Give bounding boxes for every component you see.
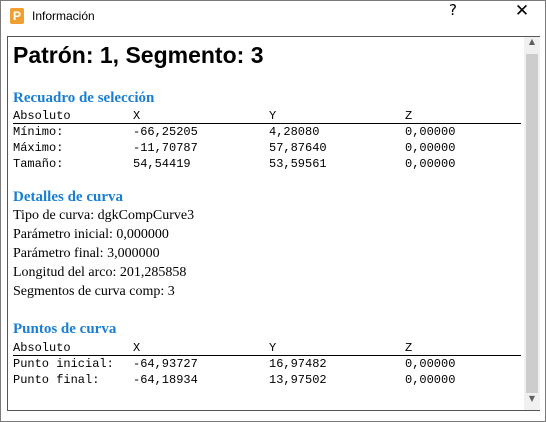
bbox-col-y: Y <box>269 109 277 123</box>
curve-detail-line: Parámetro final: 3,000000 <box>13 246 160 261</box>
bbox-row-label: Mínimo: <box>13 125 64 139</box>
bbox-row-z: 0,00000 <box>405 157 456 171</box>
bbox-col-x: X <box>133 109 141 123</box>
section-heading-curve-points: Puntos de curva <box>13 321 117 337</box>
bbox-row-x: 54,54419 <box>133 157 191 171</box>
page-title: Patrón: 1, Segmento: 3 <box>13 42 264 68</box>
points-col-z: Z <box>405 341 413 355</box>
info-content-pane: Patrón: 1, Segmento: 3 Recuadro de selec… <box>7 36 540 411</box>
section-heading-curve-details: Detalles de curva <box>13 189 123 205</box>
points-row-y: 13,97502 <box>269 373 327 387</box>
points-row-label: Punto inicial: <box>13 357 114 371</box>
bbox-row-y: 4,28080 <box>269 125 320 139</box>
curve-detail-line: Segmentos de curva comp: 3 <box>13 284 175 299</box>
points-row-z: 0,00000 <box>405 357 456 371</box>
bbox-col-z: Z <box>405 109 413 123</box>
section-heading-bbox: Recuadro de selección <box>13 90 155 106</box>
help-button[interactable]: ? <box>430 1 476 32</box>
window-title: Información <box>32 9 95 23</box>
close-button[interactable]: ✕ <box>499 1 545 32</box>
bbox-row-x: -11,70787 <box>133 141 198 155</box>
title-bar: P Información ? ✕ <box>1 1 545 32</box>
info-dialog: P Información ? ✕ Patrón: 1, Segmento: 3… <box>0 0 546 422</box>
scroll-down-icon[interactable]: ▼ <box>524 394 540 410</box>
app-icon: P <box>10 8 24 24</box>
info-text-area: Patrón: 1, Segmento: 3 Recuadro de selec… <box>8 37 524 410</box>
points-col-x: X <box>133 341 141 355</box>
points-row-x: -64,93727 <box>133 357 198 371</box>
points-header-rule <box>13 355 521 356</box>
bbox-row-z: 0,00000 <box>405 141 456 155</box>
points-row-label: Punto final: <box>13 373 100 387</box>
bbox-row-y: 53,59561 <box>269 157 327 171</box>
bbox-row-z: 0,00000 <box>405 125 456 139</box>
scrollbar-thumb[interactable] <box>526 54 538 393</box>
bbox-row-x: -66,25205 <box>133 125 198 139</box>
curve-detail-line: Parámetro inicial: 0,000000 <box>13 227 169 242</box>
points-row-y: 16,97482 <box>269 357 327 371</box>
bbox-row-label: Tamaño: <box>13 157 64 171</box>
bbox-row-label: Máximo: <box>13 141 64 155</box>
points-row-x: -64,18934 <box>133 373 198 387</box>
curve-detail-line: Longitud del arco: 201,285858 <box>13 265 187 280</box>
vertical-scrollbar[interactable]: ▲ ▼ <box>524 37 540 410</box>
bbox-header-rule <box>13 123 521 124</box>
bbox-row-y: 57,87640 <box>269 141 327 155</box>
points-col-absoluto: Absoluto <box>13 341 71 355</box>
scroll-up-icon[interactable]: ▲ <box>524 37 540 53</box>
points-row-z: 0,00000 <box>405 373 456 387</box>
points-col-y: Y <box>269 341 277 355</box>
curve-detail-line: Tipo de curva: dgkCompCurve3 <box>13 208 195 223</box>
bbox-col-absoluto: Absoluto <box>13 109 71 123</box>
